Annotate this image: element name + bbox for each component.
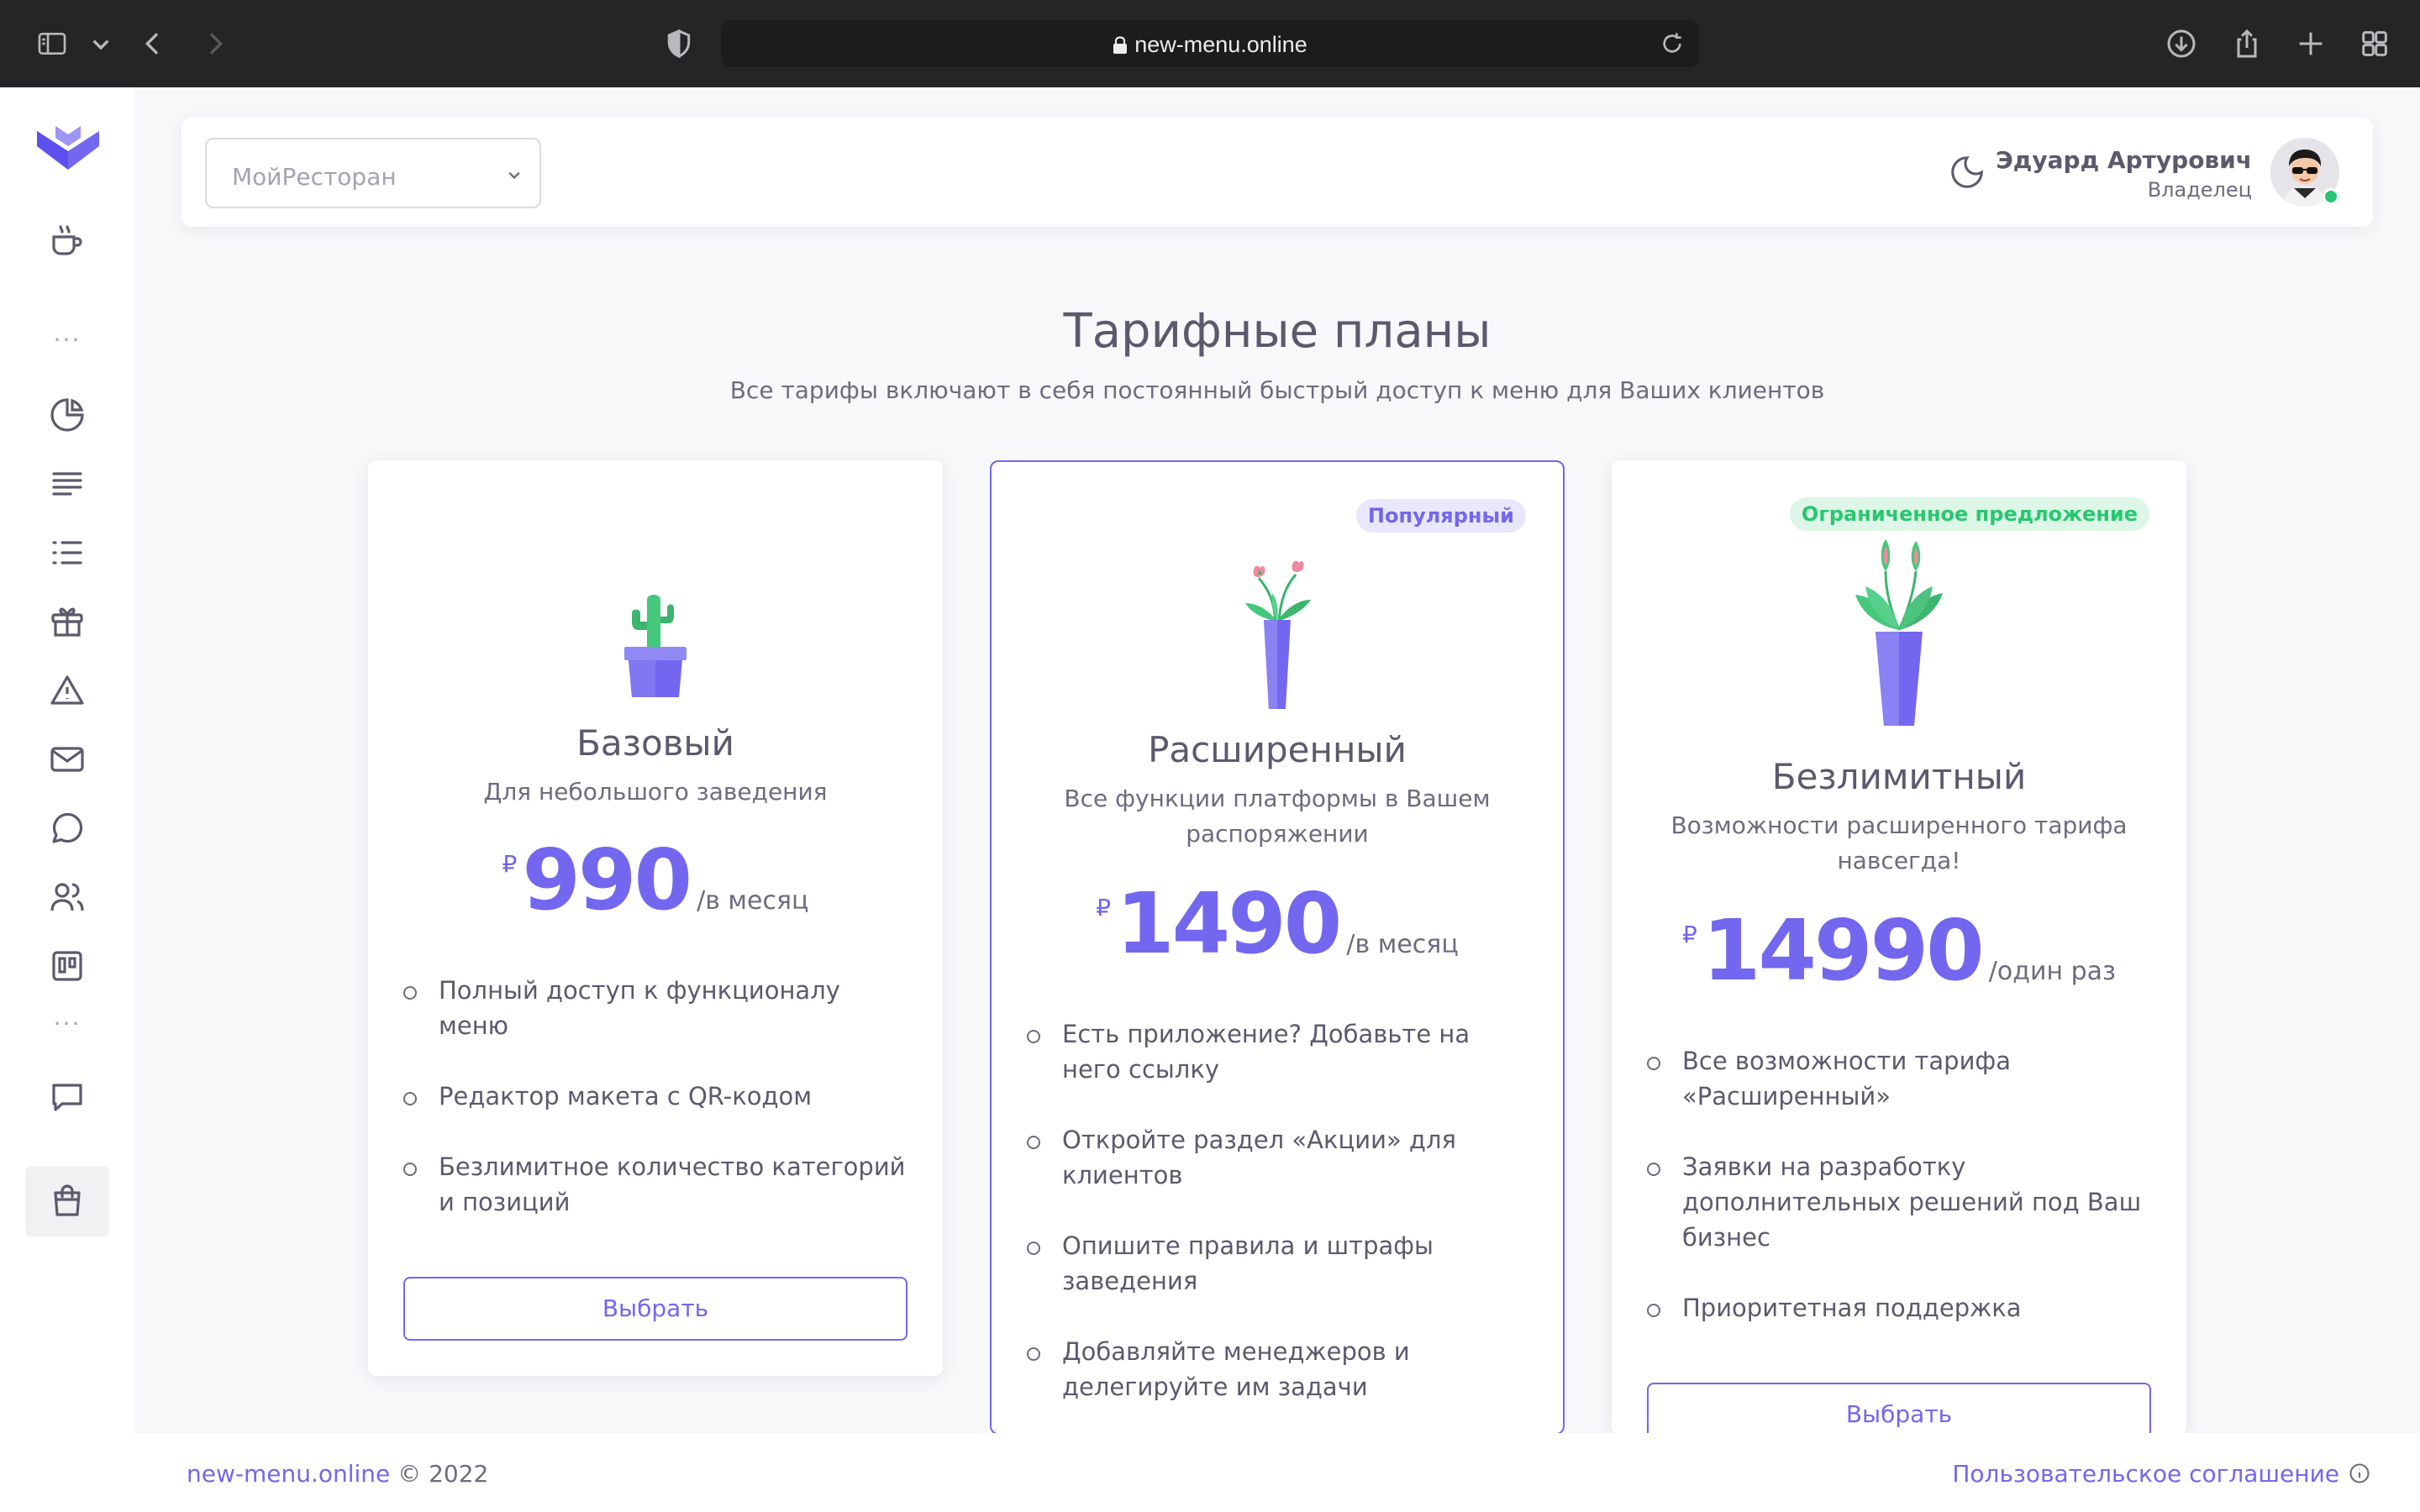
feature-item: Редактор макета с QR-кодом [403, 1079, 909, 1114]
page-subtitle: Все тарифы включают в себя постоянный бы… [729, 376, 1825, 404]
user-name: Эдуард Артурович [1996, 146, 2252, 174]
users-icon[interactable] [47, 877, 87, 917]
footer: new-menu.online © 2022 Пользовательское … [134, 1433, 2420, 1512]
plan-card-unlimited: Ограниченное предложение Безлимитный Воз… [1612, 460, 2186, 1446]
new-tab-icon[interactable] [2294, 27, 2328, 60]
plan-card-basic: Базовый Для небольшого заведения ₽990/в … [368, 460, 943, 1376]
feature-item: Добавляйте менеджеров и делегируйте им з… [1027, 1334, 1529, 1404]
back-icon[interactable] [136, 27, 170, 60]
price-period: /в месяц [1346, 930, 1459, 959]
coffee-icon[interactable] [47, 220, 87, 260]
plan-name: Безлимитный [1771, 756, 2027, 797]
message-circle-icon[interactable] [47, 808, 87, 848]
popular-badge: Популярный [1355, 499, 1526, 533]
cactus-illustration [624, 595, 687, 697]
restaurant-select[interactable]: МойРесторан [205, 138, 541, 208]
chevron-down-icon[interactable] [84, 27, 109, 60]
forward-icon[interactable] [198, 27, 232, 60]
alert-triangle-icon[interactable] [47, 670, 87, 711]
feature-item: Приоритетная поддержка [1647, 1290, 2153, 1326]
feature-list: Есть приложение? Добавьте на него ссылку… [1027, 1016, 1529, 1404]
download-icon[interactable] [2165, 27, 2198, 60]
reload-icon[interactable] [1659, 30, 1686, 57]
footer-copyright: new-menu.online © 2022 [187, 1460, 488, 1488]
agreement-text: Пользовательское соглашение [1952, 1460, 2339, 1488]
plan-description: Возможности расширенного тарифа навсегда… [1670, 811, 2128, 874]
info-icon [2349, 1463, 2370, 1483]
url-text: new-menu.online [1134, 32, 1307, 57]
choose-basic-button[interactable]: Выбрать [403, 1277, 908, 1341]
browser-toolbar: new-menu.online [0, 0, 2420, 87]
privacy-shield-icon[interactable] [662, 27, 696, 60]
chevron-down-icon [508, 171, 520, 180]
moon-icon[interactable] [1948, 153, 1986, 192]
potted-plant-illustration [1855, 539, 1943, 726]
feature-item: Откройте раздел «Акции» для клиентов [1027, 1122, 1529, 1193]
feature-item: Заявки на разработку дополнительных реше… [1647, 1149, 2153, 1255]
feature-list: Полный доступ к функционалу меню Редакто… [403, 973, 909, 1220]
section-divider-dots: ··· [53, 326, 82, 354]
align-left-icon[interactable] [47, 464, 87, 504]
top-navbar: МойРесторан Эдуард Артурович Владелец [182, 118, 2373, 227]
online-status-dot [2323, 188, 2339, 205]
layout-board-icon[interactable] [47, 946, 87, 986]
plan-card-extended: Популярный Расширенный Все функции платф… [990, 460, 1565, 1435]
price-amount: 990 [522, 831, 692, 929]
share-icon[interactable] [2230, 27, 2264, 60]
user-agreement-link[interactable]: Пользовательское соглашение [1952, 1460, 2371, 1488]
feature-list: Все возможности тарифа «Расширенный» Зая… [1647, 1043, 2153, 1326]
currency-symbol: ₽ [1096, 894, 1112, 921]
page-title: Тарифные планы [1063, 304, 1491, 359]
feature-item: Все возможности тарифа «Расширенный» [1647, 1043, 2153, 1114]
pie-chart-icon[interactable] [47, 395, 87, 435]
plan-price: ₽1490/в месяц [992, 882, 1563, 966]
footer-site-link[interactable]: new-menu.online [187, 1460, 390, 1488]
plan-name: Расширенный [1148, 729, 1407, 770]
plan-description: Для небольшого заведения [483, 778, 828, 806]
limited-offer-badge: Ограниченное предложение [1789, 497, 2149, 531]
address-bar[interactable]: new-menu.online [721, 20, 1699, 67]
feature-item: Полный доступ к функционалу меню [403, 973, 909, 1043]
plan-price: ₽14990/один раз [1612, 909, 2186, 993]
price-amount: 1490 [1116, 874, 1342, 973]
user-role: Владелец [2147, 178, 2252, 202]
price-period: /один раз [1988, 957, 2116, 986]
sidebar-toggle-icon[interactable] [35, 27, 69, 60]
feature-item: Есть приложение? Добавьте на него ссылку [1027, 1016, 1529, 1087]
mail-icon[interactable] [47, 739, 87, 780]
gift-icon[interactable] [47, 601, 87, 642]
price-amount: 14990 [1702, 901, 1985, 1000]
lock-icon [1113, 36, 1128, 54]
flower-vase-illustration [1245, 560, 1311, 709]
message-square-icon[interactable] [47, 1077, 87, 1117]
price-period: /в месяц [697, 886, 809, 916]
feature-item: Опишите правила и штрафы заведения [1027, 1228, 1529, 1299]
sidebar: ··· ··· [0, 87, 134, 1512]
plan-description: Все функции платформы в Вашем распоряжен… [1064, 785, 1491, 848]
plan-name: Базовый [576, 722, 734, 764]
plan-price: ₽990/в месяц [368, 838, 943, 922]
brand-logo[interactable] [37, 126, 99, 175]
currency-symbol: ₽ [502, 850, 518, 878]
list-icon[interactable] [47, 533, 87, 573]
currency-symbol: ₽ [1682, 921, 1697, 948]
feature-item: Безлимитное количество категорий и позиц… [403, 1149, 909, 1220]
copyright-text: © 2022 [390, 1460, 489, 1488]
shopping-bag-icon[interactable] [47, 1181, 87, 1221]
section-divider-dots: ··· [53, 1010, 82, 1037]
tab-overview-icon[interactable] [2358, 27, 2391, 60]
restaurant-select-value: МойРесторан [232, 163, 397, 191]
